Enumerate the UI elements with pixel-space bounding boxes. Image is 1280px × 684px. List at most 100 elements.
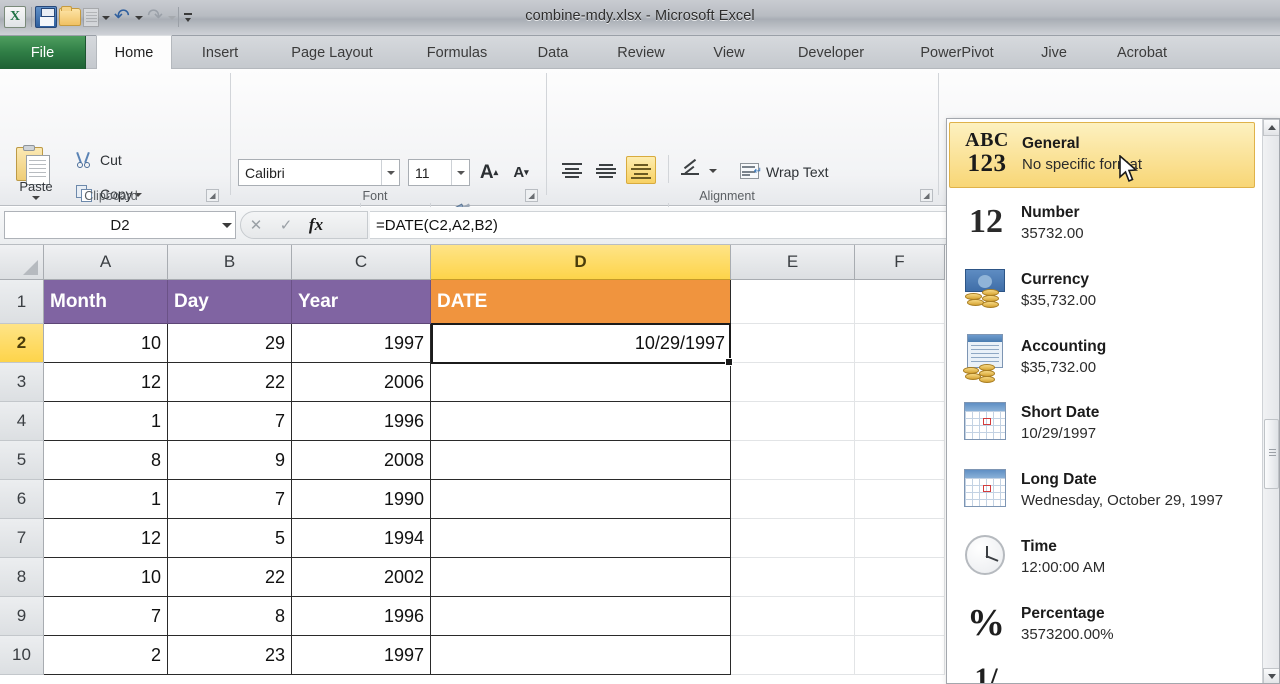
cut-button[interactable]: Cut	[76, 151, 122, 169]
wrap-text-button[interactable]: ↵ Wrap Text	[740, 163, 829, 181]
row-header-4[interactable]: 4	[0, 402, 44, 441]
cell-d3[interactable]	[431, 363, 731, 402]
cell-f6[interactable]	[855, 480, 945, 519]
cell-c3[interactable]: 2006	[292, 363, 431, 402]
tab-powerpivot[interactable]: PowerPivot	[896, 36, 1018, 69]
menu-item-number[interactable]: 12 Number 35732.00	[949, 191, 1255, 257]
cell-f10[interactable]	[855, 636, 945, 675]
column-header-e[interactable]: E	[731, 245, 855, 280]
font-name-dropdown-icon[interactable]	[381, 160, 399, 185]
cell-c4[interactable]: 1996	[292, 402, 431, 441]
align-top-icon[interactable]	[558, 157, 586, 183]
row-header-10[interactable]: 10	[0, 636, 44, 675]
cell-b3[interactable]: 22	[168, 363, 292, 402]
cell-f7[interactable]	[855, 519, 945, 558]
select-all-corner[interactable]	[0, 245, 44, 280]
tab-file[interactable]: File	[0, 36, 86, 69]
cell-a10[interactable]: 2	[44, 636, 168, 675]
cell-d10[interactable]	[431, 636, 731, 675]
cell-e10[interactable]	[731, 636, 855, 675]
cell-b7[interactable]: 5	[168, 519, 292, 558]
tab-review[interactable]: Review	[596, 36, 686, 69]
cell-e9[interactable]	[731, 597, 855, 636]
tab-data[interactable]: Data	[516, 36, 590, 69]
font-size-input[interactable]: 11	[408, 159, 470, 186]
cell-d9[interactable]	[431, 597, 731, 636]
cell-b2[interactable]: 29	[168, 324, 292, 363]
tab-home[interactable]: Home	[96, 35, 172, 69]
cell-d5[interactable]	[431, 441, 731, 480]
cell-b6[interactable]: 7	[168, 480, 292, 519]
column-header-c[interactable]: C	[292, 245, 431, 280]
cell-f2[interactable]	[855, 324, 945, 363]
cell-a8[interactable]: 10	[44, 558, 168, 597]
cell-a3[interactable]: 12	[44, 363, 168, 402]
scroll-up-icon[interactable]	[1263, 119, 1279, 136]
grow-font-icon[interactable]: A ▴	[476, 159, 502, 186]
align-middle-icon[interactable]	[592, 157, 620, 183]
column-header-a[interactable]: A	[44, 245, 168, 280]
column-header-b[interactable]: B	[168, 245, 292, 280]
cell-b8[interactable]: 22	[168, 558, 292, 597]
cell-f8[interactable]	[855, 558, 945, 597]
cell-e4[interactable]	[731, 402, 855, 441]
row-header-3[interactable]: 3	[0, 363, 44, 402]
orientation-dropdown-icon[interactable]	[708, 161, 718, 179]
cell-d8[interactable]	[431, 558, 731, 597]
cell-e7[interactable]	[731, 519, 855, 558]
cell-a6[interactable]: 1	[44, 480, 168, 519]
cell-f9[interactable]	[855, 597, 945, 636]
cell-e2[interactable]	[731, 324, 855, 363]
cell-f4[interactable]	[855, 402, 945, 441]
menu-item-time[interactable]: Time 12:00:00 AM	[949, 525, 1255, 591]
row-header-6[interactable]: 6	[0, 480, 44, 519]
tab-acrobat[interactable]: Acrobat	[1090, 36, 1194, 69]
cell-e8[interactable]	[731, 558, 855, 597]
enter-formula-button[interactable]: ✓	[271, 212, 301, 238]
cell-a2[interactable]: 10	[44, 324, 168, 363]
cell-c9[interactable]: 1996	[292, 597, 431, 636]
cell-a5[interactable]: 8	[44, 441, 168, 480]
cell-d4[interactable]	[431, 402, 731, 441]
cell-e5[interactable]	[731, 441, 855, 480]
clipboard-dialog-launcher[interactable]: ◢	[206, 189, 219, 202]
cell-b5[interactable]: 9	[168, 441, 292, 480]
font-dialog-launcher[interactable]: ◢	[525, 189, 538, 202]
cell-b9[interactable]: 8	[168, 597, 292, 636]
menu-item-short-date[interactable]: Short Date 10/29/1997	[949, 391, 1255, 457]
cell-f1[interactable]	[855, 280, 945, 324]
cell-b10[interactable]: 23	[168, 636, 292, 675]
tab-view[interactable]: View	[692, 36, 766, 69]
menu-item-fraction[interactable]: 1/ Fraction	[949, 659, 1255, 684]
tab-jive[interactable]: Jive	[1026, 36, 1082, 69]
menu-item-long-date[interactable]: Long Date Wednesday, October 29, 1997	[949, 458, 1269, 524]
cell-b1[interactable]: Day	[168, 280, 292, 324]
cell-d6[interactable]	[431, 480, 731, 519]
cell-a4[interactable]: 1	[44, 402, 168, 441]
row-header-7[interactable]: 7	[0, 519, 44, 558]
cell-e6[interactable]	[731, 480, 855, 519]
cell-c6[interactable]: 1990	[292, 480, 431, 519]
cell-f5[interactable]	[855, 441, 945, 480]
menu-scrollbar[interactable]	[1262, 119, 1279, 683]
menu-item-currency[interactable]: Currency $35,732.00	[949, 258, 1255, 324]
row-header-8[interactable]: 8	[0, 558, 44, 597]
scrollbar-thumb[interactable]	[1264, 419, 1279, 489]
cell-f3[interactable]	[855, 363, 945, 402]
cell-e1[interactable]	[731, 280, 855, 324]
orientation-icon[interactable]	[678, 157, 706, 183]
cell-c7[interactable]: 1994	[292, 519, 431, 558]
cell-b4[interactable]: 7	[168, 402, 292, 441]
alignment-dialog-launcher[interactable]: ◢	[920, 189, 933, 202]
cancel-formula-button[interactable]: ✕	[241, 212, 271, 238]
row-header-5[interactable]: 5	[0, 441, 44, 480]
tab-insert[interactable]: Insert	[180, 36, 260, 69]
menu-item-general[interactable]: ABC 123 General No specific format	[949, 122, 1255, 188]
name-box[interactable]: D2	[4, 211, 236, 239]
cell-c10[interactable]: 1997	[292, 636, 431, 675]
row-header-1[interactable]: 1	[0, 280, 44, 324]
name-box-dropdown-icon[interactable]	[222, 223, 232, 228]
cell-c5[interactable]: 2008	[292, 441, 431, 480]
tab-formulas[interactable]: Formulas	[404, 36, 510, 69]
scroll-down-icon[interactable]	[1263, 668, 1279, 683]
